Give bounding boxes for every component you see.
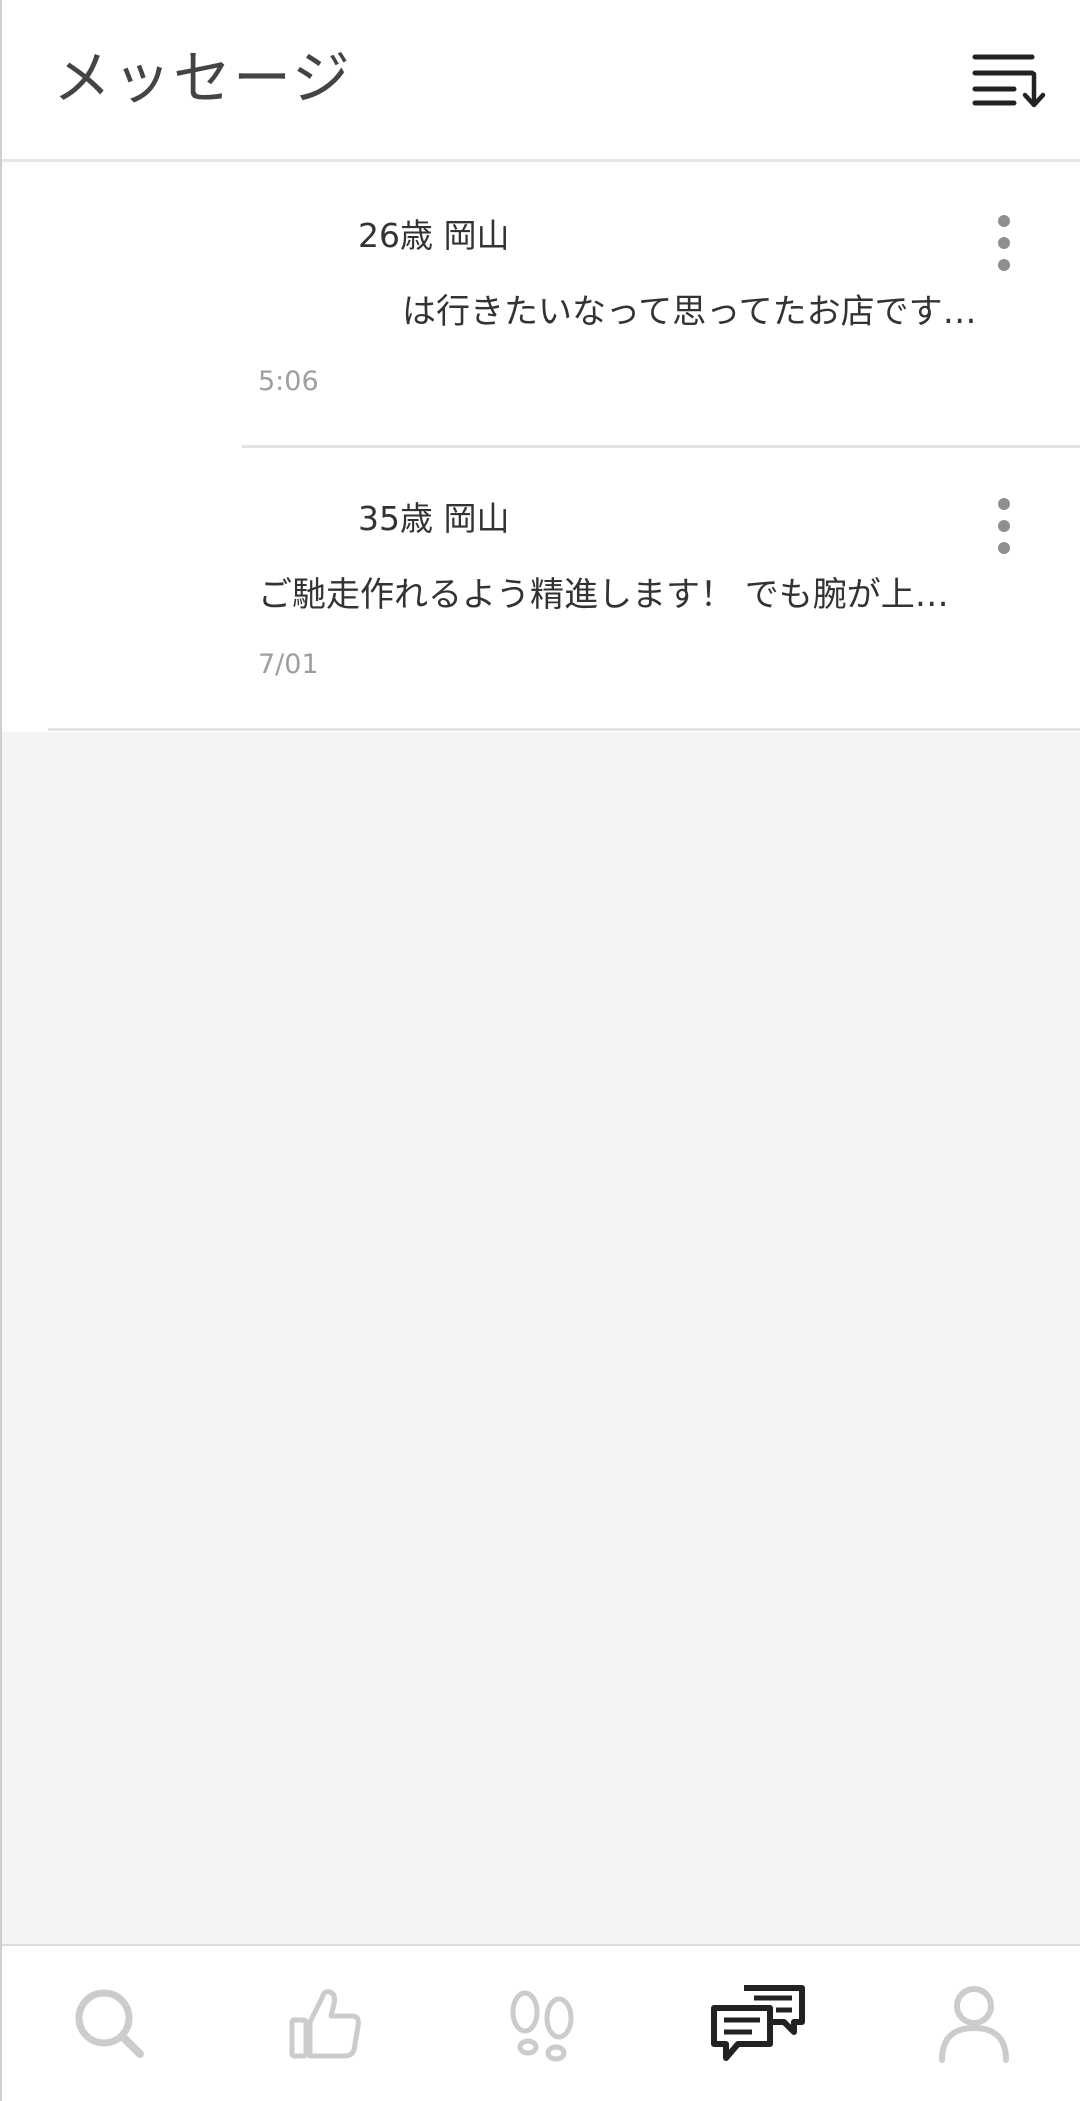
sort-descending-icon: [972, 54, 1046, 108]
bottom-navigation: [2, 1944, 1080, 2101]
footprints-icon: [510, 1990, 574, 2061]
nav-likes[interactable]: [218, 1946, 434, 2101]
kebab-dot: [998, 498, 1010, 510]
message-preview: は行きたいなって思ってたお店です…: [402, 292, 977, 332]
nav-profile[interactable]: [866, 1946, 1080, 2101]
message-time: 5:06: [258, 366, 319, 397]
page-title: メッセージ: [53, 44, 352, 112]
kebab-dot: [998, 259, 1010, 271]
person-icon: [939, 1985, 1009, 2063]
message-preview: ご馳走作れるよう精進します！ でも腕が上…: [258, 575, 949, 615]
divider: [48, 728, 1080, 731]
sender-name: 35歳 岡山: [358, 499, 510, 538]
nav-footprints[interactable]: [434, 1946, 650, 2101]
nav-messages[interactable]: [650, 1946, 866, 2101]
avatar[interactable]: [62, 223, 222, 383]
sort-button[interactable]: [970, 50, 1050, 110]
sender-name: 26歳 岡山: [358, 216, 510, 255]
message-list-item[interactable]: 35歳 岡山 ご馳走作れるよう精進します！ でも腕が上… 7/01: [2, 448, 1080, 731]
more-options-button[interactable]: [984, 496, 1024, 556]
kebab-dot: [998, 542, 1010, 554]
message-list: 26歳 岡山 は行きたいなって思ってたお店です… 5:06 35歳 岡山 ご馳走…: [2, 165, 1080, 732]
message-time: 7/01: [258, 649, 319, 680]
app-header: メッセージ: [2, 0, 1080, 162]
chat-bubbles-icon: [711, 1984, 805, 2061]
thumbs-up-icon: [289, 1988, 361, 2058]
kebab-dot: [998, 237, 1010, 249]
kebab-dot: [998, 520, 1010, 532]
avatar[interactable]: [62, 506, 222, 666]
message-list-item[interactable]: 26歳 岡山 は行きたいなって思ってたお店です… 5:06: [2, 165, 1080, 448]
messages-screen: メッセージ 26歳 岡山 は行きたいなって思ってたお店です… 5:06 35歳 …: [0, 0, 1080, 2101]
more-options-button[interactable]: [984, 213, 1024, 273]
search-icon: [75, 1989, 144, 2058]
nav-search[interactable]: [2, 1946, 218, 2101]
empty-list-background: [2, 732, 1080, 1944]
kebab-dot: [998, 215, 1010, 227]
